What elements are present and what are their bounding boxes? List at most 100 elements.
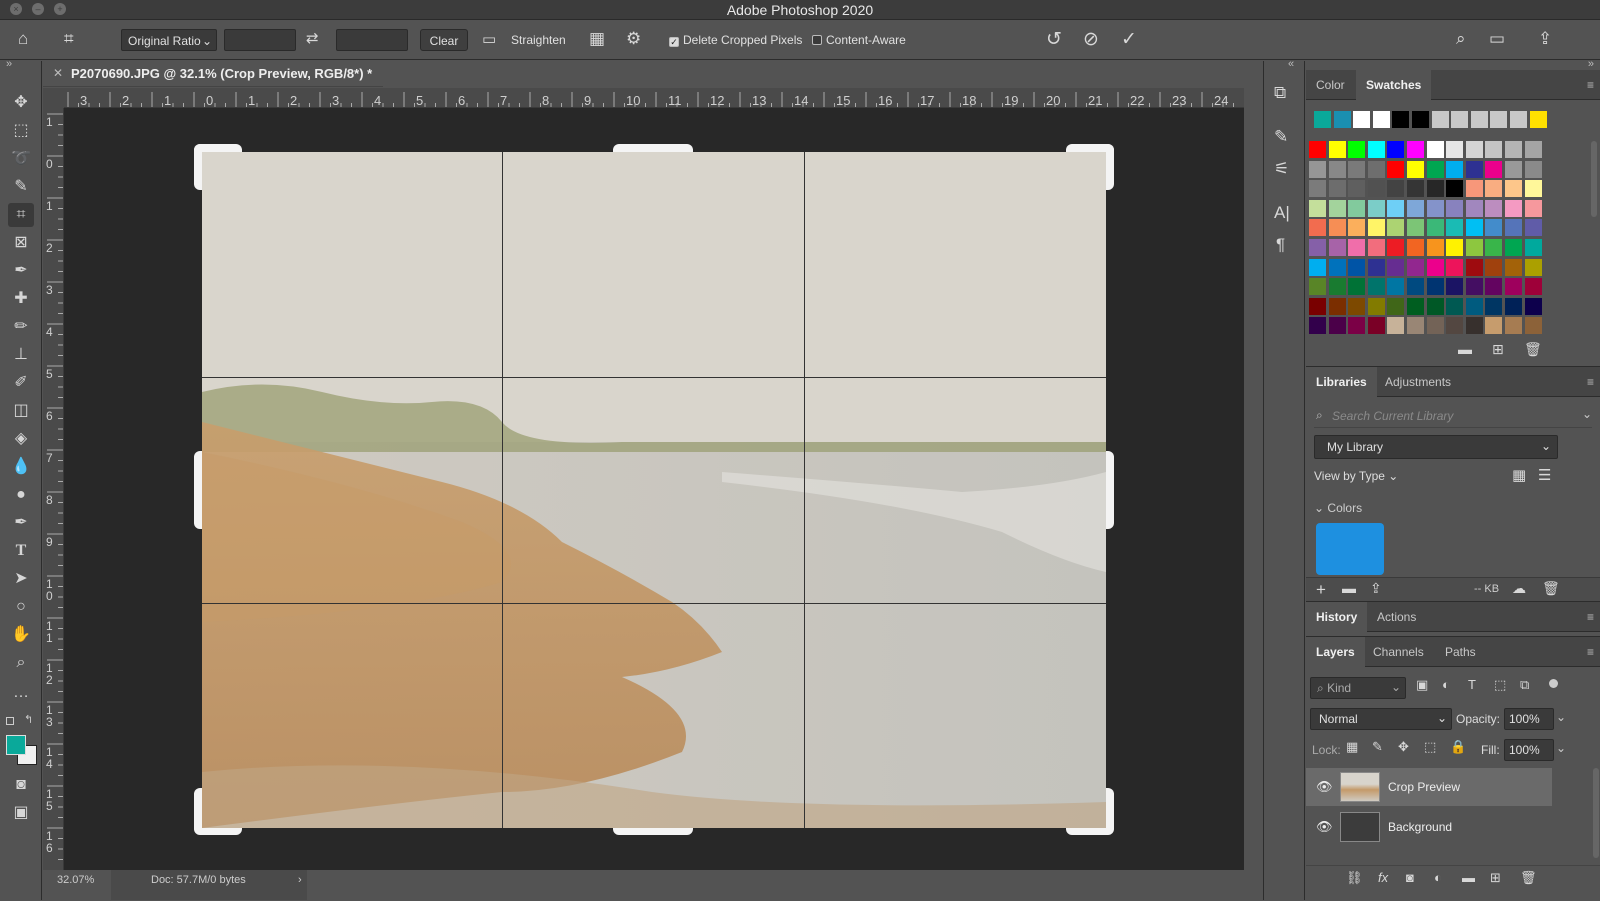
lasso-tool-icon[interactable]: ➰ xyxy=(8,147,34,171)
color-swatch[interactable] xyxy=(1465,278,1483,296)
color-swatch[interactable] xyxy=(1387,239,1405,256)
layer-row[interactable]: 👁 Crop Preview xyxy=(1306,768,1552,806)
colors-section-header[interactable]: ⌄ Colors xyxy=(1314,501,1362,515)
color-swatch[interactable] xyxy=(1426,297,1444,315)
color-swatch[interactable] xyxy=(1505,317,1522,335)
commit-icon[interactable]: ✓ xyxy=(1121,28,1137,51)
color-swatch[interactable] xyxy=(1367,180,1385,198)
color-swatch[interactable] xyxy=(1348,258,1366,276)
search-icon[interactable]: ⌕ xyxy=(1456,29,1466,49)
recent-swatch[interactable] xyxy=(1392,111,1410,128)
filter-type-icon[interactable]: T xyxy=(1468,677,1476,692)
dodge-tool-icon[interactable]: ● xyxy=(8,483,34,507)
color-swatch[interactable] xyxy=(1407,258,1424,276)
color-swatch[interactable] xyxy=(1387,180,1405,198)
color-swatch[interactable] xyxy=(1426,317,1444,335)
zoom-tool-icon[interactable]: ⌕ xyxy=(8,651,34,675)
color-swatch[interactable] xyxy=(1407,160,1424,178)
color-swatch[interactable] xyxy=(1505,239,1522,256)
color-swatch[interactable] xyxy=(1309,317,1326,335)
swap-colors-icon[interactable]: ↰ xyxy=(24,713,33,726)
color-swatch[interactable] xyxy=(1348,278,1366,296)
ellipse-tool-icon[interactable]: ○ xyxy=(8,595,34,619)
canvas-area[interactable] xyxy=(64,108,1244,870)
height-field[interactable] xyxy=(336,29,408,51)
ratio-dropdown[interactable]: Original Ratio ⌄ xyxy=(121,29,217,51)
new-group-icon[interactable]: ▬ xyxy=(1458,341,1472,357)
color-swatch[interactable] xyxy=(1407,199,1424,217)
layer-row[interactable]: 👁 Background xyxy=(1306,808,1552,846)
color-swatch[interactable] xyxy=(1524,258,1542,276)
path-select-tool-icon[interactable]: ➤ xyxy=(8,567,34,591)
color-swatch[interactable] xyxy=(1309,219,1326,237)
recent-swatch[interactable] xyxy=(1510,111,1527,128)
tab-swatches[interactable]: Swatches xyxy=(1356,70,1432,100)
crop-handle-left[interactable] xyxy=(194,451,202,529)
color-swatch[interactable] xyxy=(1387,219,1405,237)
history-brush-tool-icon[interactable]: ✐ xyxy=(8,371,34,395)
view-by-dropdown[interactable]: View by Type ⌄ xyxy=(1314,469,1398,483)
color-swatch[interactable] xyxy=(1367,278,1385,296)
color-swatch[interactable] xyxy=(1348,160,1366,178)
crop-handle-top[interactable] xyxy=(613,144,693,152)
3d-icon[interactable]: ⧉ xyxy=(1274,83,1286,103)
crop-tool-preset-icon[interactable]: ⌗ xyxy=(64,29,74,49)
color-swatch[interactable] xyxy=(1348,239,1366,256)
color-swatch[interactable] xyxy=(1524,219,1542,237)
color-swatch[interactable] xyxy=(1465,160,1483,178)
color-swatch[interactable] xyxy=(1446,239,1464,256)
lock-transparent-icon[interactable]: ▦ xyxy=(1346,739,1358,755)
color-swatch[interactable] xyxy=(1407,141,1424,158)
color-swatch[interactable] xyxy=(1309,180,1326,198)
color-swatch[interactable] xyxy=(1426,180,1444,198)
recent-swatch[interactable] xyxy=(1353,111,1371,128)
grid-view-icon[interactable]: ▦ xyxy=(1512,466,1526,484)
filter-smart-object-icon[interactable]: ⧉ xyxy=(1520,677,1529,693)
color-swatch[interactable] xyxy=(1328,160,1346,178)
color-swatch[interactable] xyxy=(1485,219,1503,237)
color-swatch[interactable] xyxy=(1446,199,1464,217)
color-swatch[interactable] xyxy=(1524,141,1542,158)
lock-position-icon[interactable]: ✥ xyxy=(1398,739,1409,755)
doc-size[interactable]: Doc: 57.7M/0 bytes xyxy=(151,874,246,886)
color-swatch[interactable] xyxy=(1387,199,1405,217)
filter-toggle[interactable] xyxy=(1549,679,1558,688)
collapse-icon[interactable]: » xyxy=(1588,58,1594,70)
content-aware-checkbox[interactable]: Content-Aware xyxy=(812,29,906,51)
color-swatch[interactable] xyxy=(1348,180,1366,198)
color-swatch[interactable] xyxy=(1387,258,1405,276)
crop-tool-icon[interactable]: ⌗ xyxy=(8,203,34,227)
color-swatch[interactable] xyxy=(1426,239,1444,256)
color-swatch[interactable] xyxy=(1485,160,1503,178)
color-swatch[interactable] xyxy=(1524,239,1542,256)
color-swatch[interactable] xyxy=(1328,141,1346,158)
hand-tool-icon[interactable]: ✋ xyxy=(8,623,34,647)
filter-adjustment-icon[interactable]: ◐ xyxy=(1442,677,1450,692)
library-search[interactable]: ⌕ Search Current Library ⌄ xyxy=(1314,404,1592,428)
panel-menu-icon[interactable]: ≡ xyxy=(1587,78,1594,92)
upload-icon[interactable]: ⇪ xyxy=(1370,580,1382,597)
color-swatch[interactable] xyxy=(1387,278,1405,296)
color-swatch[interactable] xyxy=(1524,160,1542,178)
color-swatch[interactable] xyxy=(1407,180,1424,198)
color-swatch[interactable] xyxy=(1485,239,1503,256)
color-swatch[interactable] xyxy=(1465,258,1483,276)
color-swatch[interactable] xyxy=(1485,278,1503,296)
crop-handle-right[interactable] xyxy=(1106,451,1114,529)
color-swatch[interactable] xyxy=(1505,141,1522,158)
color-swatch[interactable] xyxy=(1446,160,1464,178)
color-swatch[interactable] xyxy=(1524,278,1542,296)
clone-stamp-tool-icon[interactable]: ⊥ xyxy=(8,343,34,367)
color-swatch[interactable] xyxy=(1505,180,1522,198)
color-swatch[interactable] xyxy=(1524,180,1542,198)
color-swatch[interactable] xyxy=(1309,297,1326,315)
color-swatch[interactable] xyxy=(1309,141,1326,158)
crop-handle-top-left[interactable] xyxy=(194,144,202,190)
panel-menu-icon[interactable]: ≡ xyxy=(1587,610,1594,624)
color-swatch[interactable] xyxy=(1407,239,1424,256)
cancel-icon[interactable]: ⊘ xyxy=(1083,28,1099,51)
recent-swatch[interactable] xyxy=(1451,111,1469,128)
recent-swatch[interactable] xyxy=(1412,111,1429,128)
color-swatch[interactable] xyxy=(1426,219,1444,237)
tab-libraries[interactable]: Libraries xyxy=(1306,367,1377,397)
